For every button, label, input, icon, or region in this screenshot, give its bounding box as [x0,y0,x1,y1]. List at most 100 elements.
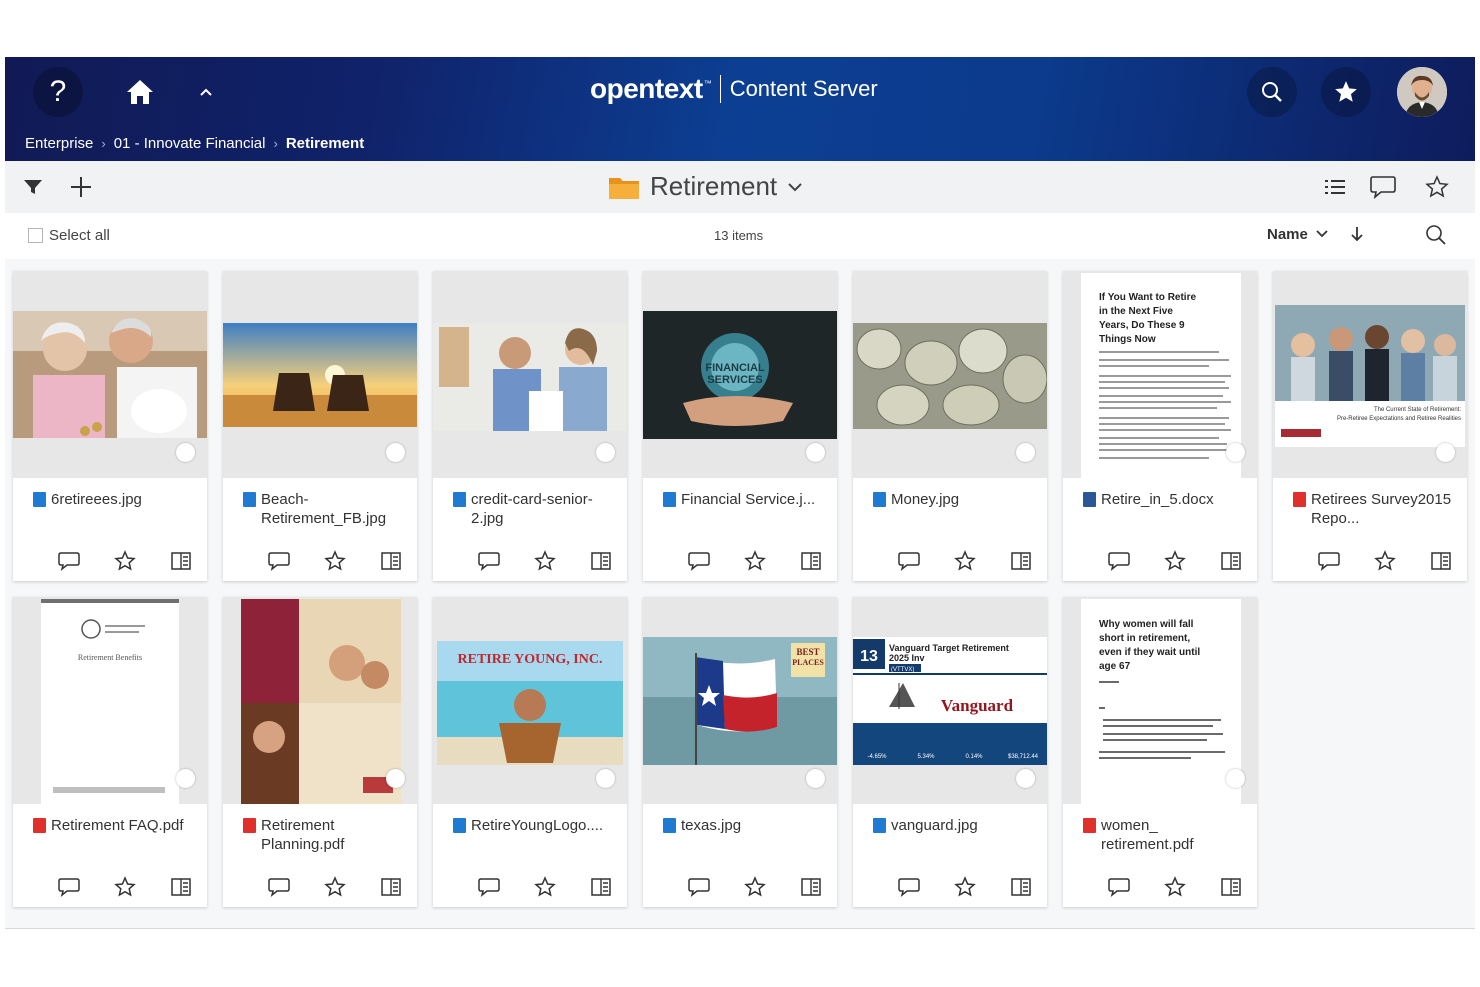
select-radio[interactable] [1436,443,1455,462]
properties-icon[interactable] [589,875,613,899]
item-card[interactable]: credit-card-senior-2.jpg [433,271,627,581]
select-radio[interactable] [806,443,825,462]
select-radio[interactable] [806,769,825,788]
comment-icon[interactable] [267,549,291,573]
star-icon[interactable] [533,549,557,573]
comment-icon[interactable] [57,875,81,899]
help-button[interactable]: ? [33,67,83,117]
star-icon[interactable] [1163,875,1187,899]
star-icon[interactable] [323,549,347,573]
item-thumbnail[interactable] [223,271,417,478]
comment-icon[interactable] [897,549,921,573]
item-thumbnail[interactable] [433,271,627,478]
select-radio[interactable] [596,769,615,788]
item-card[interactable]: Retirement Planning.pdf [223,597,417,907]
properties-icon[interactable] [379,549,403,573]
item-card[interactable]: BEST PLACES texas.jpg [643,597,837,907]
item-thumbnail[interactable] [853,271,1047,478]
item-thumbnail[interactable]: The Current State of Retirement: Pre-Ret… [1273,271,1467,478]
item-name[interactable]: Retirees Survey2015 Repo... [1293,490,1461,528]
item-thumbnail[interactable] [223,597,417,804]
star-icon[interactable] [1373,549,1397,573]
item-card[interactable]: The Current State of Retirement: Pre-Ret… [1273,271,1467,581]
item-card[interactable]: If You Want to Retire in the Next Five Y… [1063,271,1257,581]
select-radio[interactable] [176,443,195,462]
item-card[interactable]: Why women will fall short in retirement,… [1063,597,1257,907]
item-name[interactable]: Financial Service.j... [663,490,831,509]
select-radio[interactable] [386,769,405,788]
item-thumbnail[interactable]: RETIRE YOUNG, INC. [433,597,627,804]
profile-avatar[interactable] [1397,67,1447,117]
item-name[interactable]: texas.jpg [663,816,831,835]
list-view-button[interactable] [1321,173,1349,201]
comments-button[interactable] [1369,173,1397,201]
properties-icon[interactable] [1219,549,1243,573]
select-radio[interactable] [596,443,615,462]
item-name[interactable]: women_ retirement.pdf [1083,816,1251,854]
select-all-checkbox[interactable] [28,228,43,243]
star-icon[interactable] [1163,549,1187,573]
comment-icon[interactable] [687,875,711,899]
properties-icon[interactable] [1429,549,1453,573]
item-card[interactable]: 6retireees.jpg [13,271,207,581]
breadcrumb-enterprise[interactable]: Enterprise [25,135,93,152]
star-icon[interactable] [743,875,767,899]
item-thumbnail[interactable]: 13 Vanguard Target Retirement 2025 Inv (… [853,597,1047,804]
global-search-button[interactable] [1247,67,1297,117]
properties-icon[interactable] [169,549,193,573]
favorites-button[interactable] [1321,67,1371,117]
comment-icon[interactable] [477,875,501,899]
properties-icon[interactable] [799,875,823,899]
folder-title-dropdown[interactable]: Retirement [608,171,803,202]
item-thumbnail[interactable]: FINANCIAL SERVICES [643,271,837,478]
star-icon[interactable] [743,549,767,573]
star-icon[interactable] [953,875,977,899]
breadcrumb-innovate-financial[interactable]: 01 - Innovate Financial [114,135,266,152]
comment-icon[interactable] [57,549,81,573]
properties-icon[interactable] [169,875,193,899]
properties-icon[interactable] [1219,875,1243,899]
item-thumbnail[interactable]: Why women will fall short in retirement,… [1063,597,1257,804]
item-thumbnail[interactable]: If You Want to Retire in the Next Five Y… [1063,271,1257,478]
sort-direction-icon[interactable] [1350,225,1364,243]
comment-icon[interactable] [897,875,921,899]
select-radio[interactable] [1226,443,1245,462]
item-name[interactable]: Beach-Retirement_FB.jpg [243,490,411,528]
item-name[interactable]: Retirement FAQ.pdf [33,816,201,835]
item-thumbnail[interactable]: BEST PLACES [643,597,837,804]
select-radio[interactable] [1016,769,1035,788]
add-button[interactable] [67,173,95,201]
properties-icon[interactable] [799,549,823,573]
star-icon[interactable] [323,875,347,899]
star-icon[interactable] [113,549,137,573]
star-icon[interactable] [533,875,557,899]
select-radio[interactable] [176,769,195,788]
item-card[interactable]: 13 Vanguard Target Retirement 2025 Inv (… [853,597,1047,907]
comment-icon[interactable] [477,549,501,573]
item-card[interactable]: Beach-Retirement_FB.jpg [223,271,417,581]
star-icon[interactable] [953,549,977,573]
collapse-button[interactable] [181,67,231,117]
item-thumbnail[interactable]: Retirement Benefits [13,597,207,804]
comment-icon[interactable] [687,549,711,573]
item-thumbnail[interactable] [13,271,207,478]
comment-icon[interactable] [1107,875,1131,899]
item-card[interactable]: Retirement Benefits Retirement FAQ.pdf [13,597,207,907]
item-name[interactable]: credit-card-senior-2.jpg [453,490,621,528]
sort-field-dropdown[interactable]: Name [1267,226,1308,243]
item-name[interactable]: 6retireees.jpg [33,490,201,509]
item-card[interactable]: FINANCIAL SERVICES Financial Service.j..… [643,271,837,581]
select-radio[interactable] [1016,443,1035,462]
item-name[interactable]: Retirement Planning.pdf [243,816,411,854]
item-name[interactable]: vanguard.jpg [873,816,1041,835]
comment-icon[interactable] [267,875,291,899]
item-card[interactable]: RETIRE YOUNG, INC. RetireYoungLogo.... [433,597,627,907]
select-radio[interactable] [386,443,405,462]
item-name[interactable]: Money.jpg [873,490,1041,509]
properties-icon[interactable] [379,875,403,899]
properties-icon[interactable] [1009,875,1033,899]
item-name[interactable]: Retire_in_5.docx [1083,490,1251,509]
chevron-down-icon[interactable] [1315,227,1329,241]
filter-button[interactable] [19,173,47,201]
select-radio[interactable] [1226,769,1245,788]
